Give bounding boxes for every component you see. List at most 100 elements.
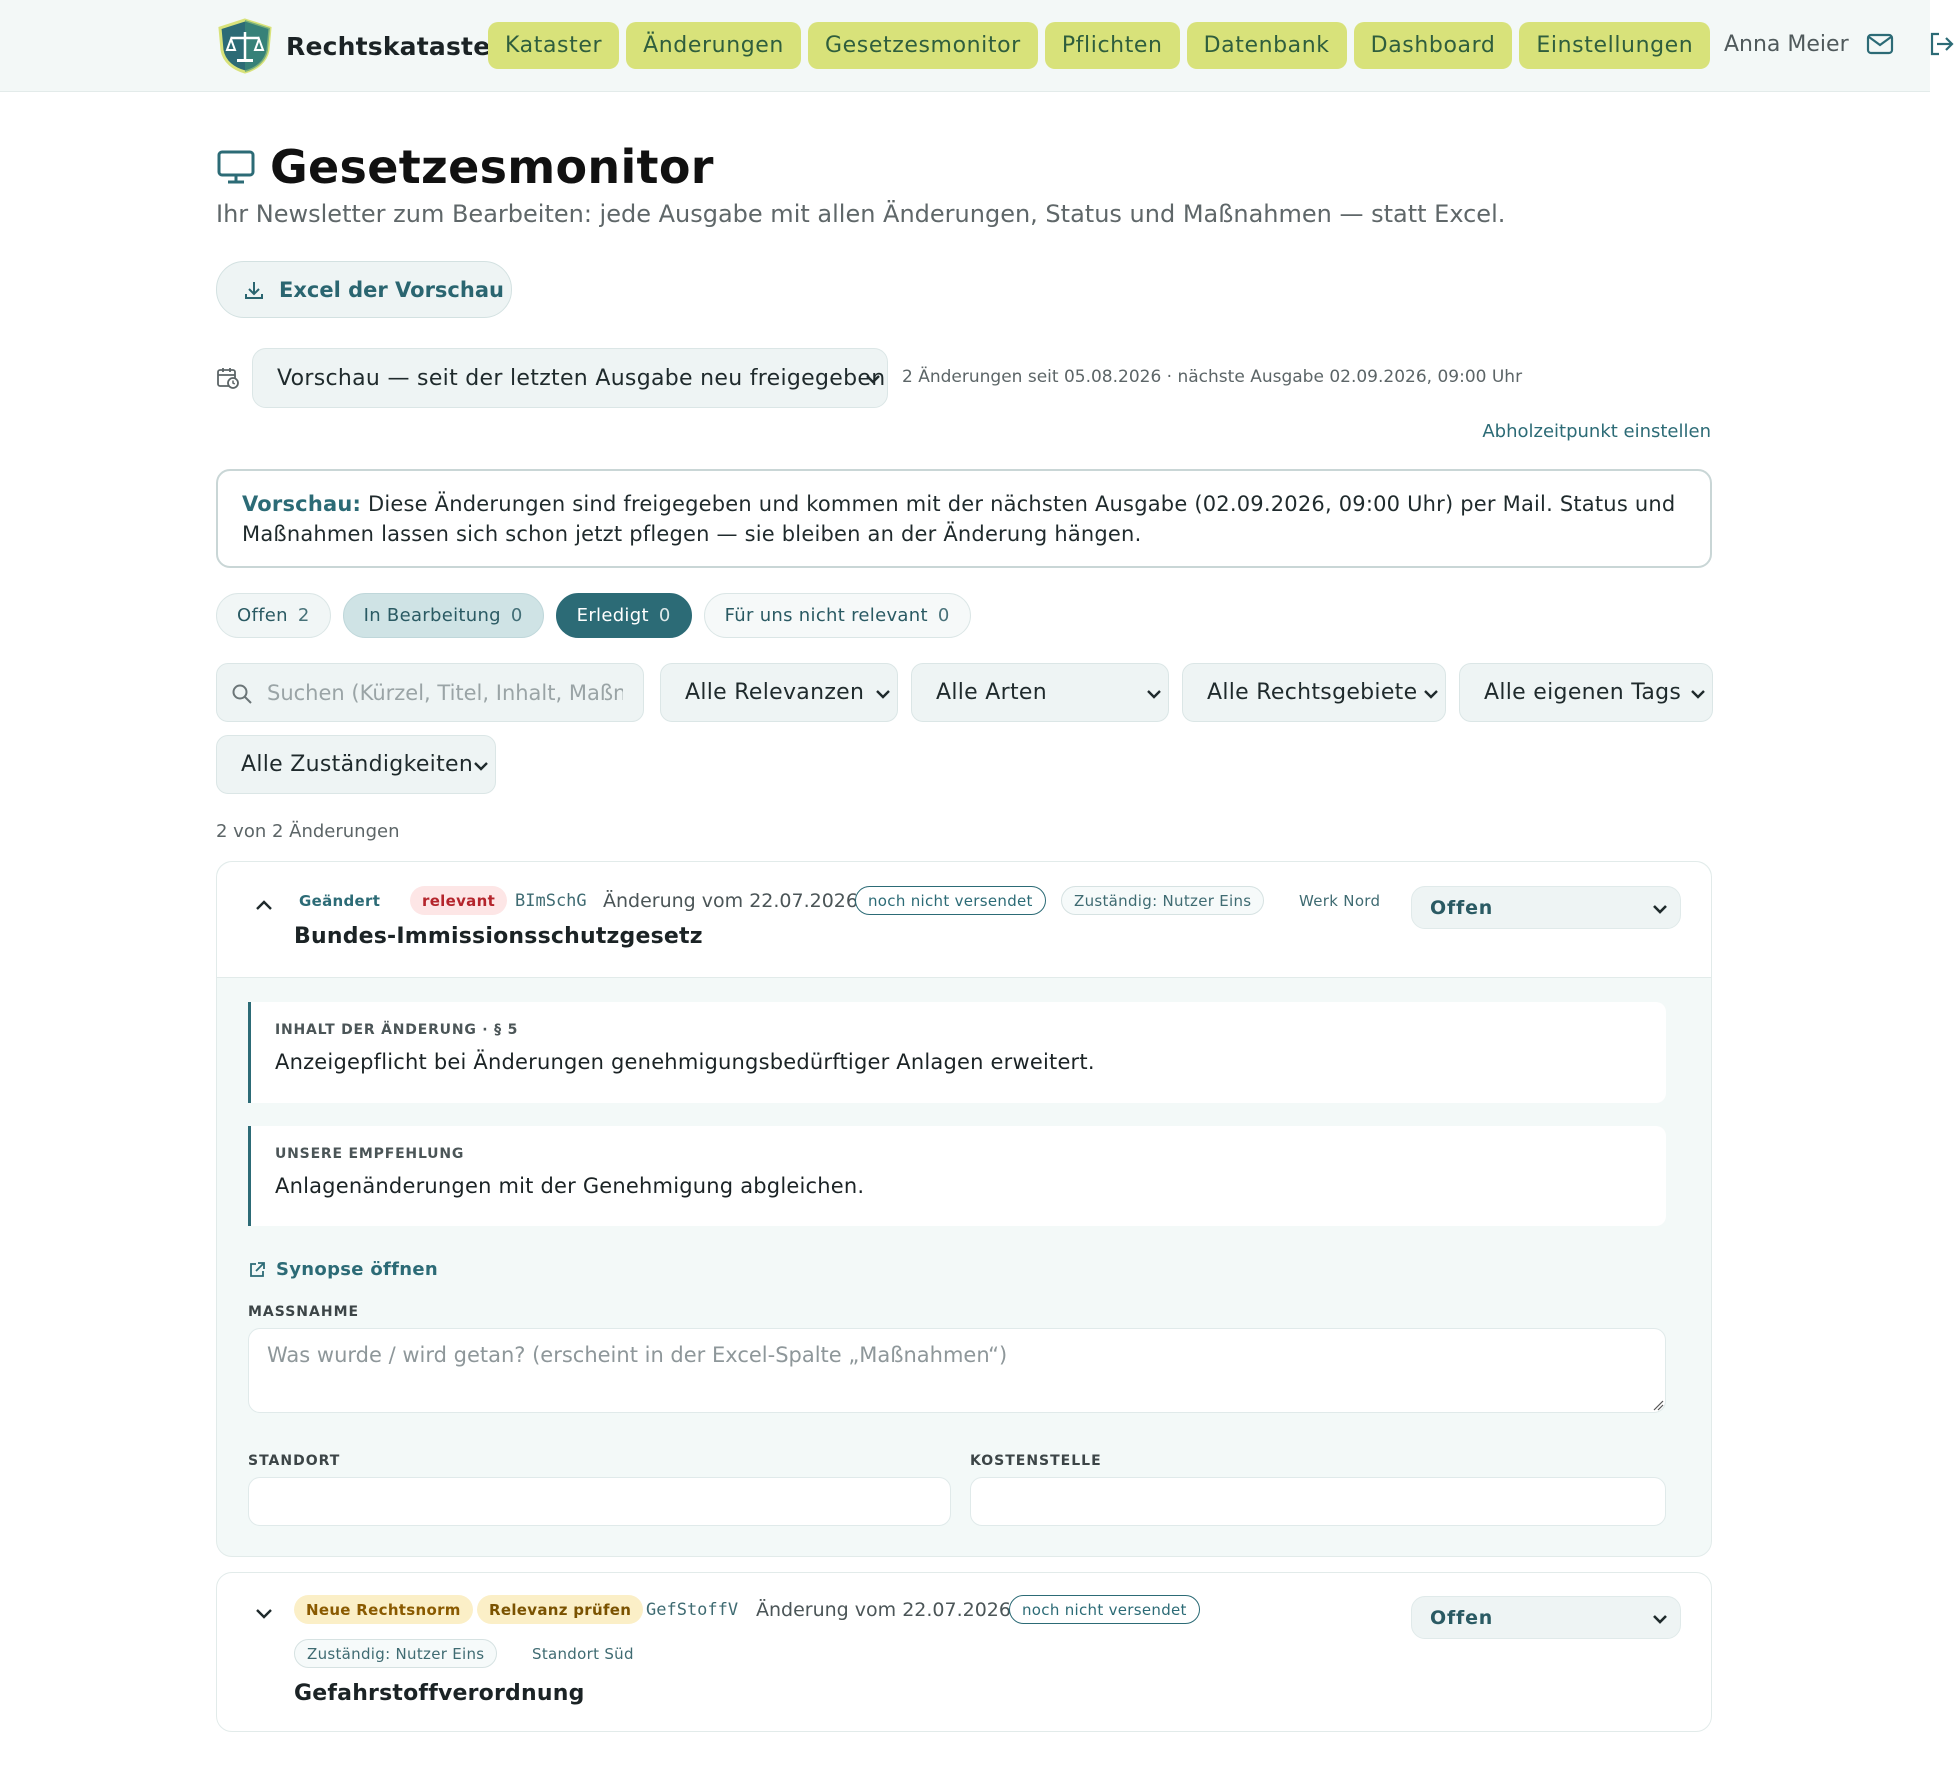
result-count: 2 von 2 Änderungen [216, 821, 400, 842]
tab-count: 0 [658, 605, 671, 626]
filter-value: Alle Rechtsgebiete [1207, 680, 1418, 705]
filter-responsibility-select[interactable]: Alle Zuständigkeiten [216, 735, 496, 794]
filter-tags-select[interactable]: Alle eigenen Tags [1459, 663, 1713, 722]
synopse-link[interactable]: Synopse öffnen [248, 1259, 438, 1280]
tab-in-bearbeitung[interactable]: In Bearbeitung 0 [342, 593, 544, 638]
content-label: INHALT DER ÄNDERUNG · § 5 [275, 1022, 519, 1038]
filter-value: Alle Relevanzen [685, 680, 865, 705]
recommendation-box: UNSERE EMPFEHLUNG Anlagenänderungen mit … [248, 1126, 1666, 1226]
tab-erledigt[interactable]: Erledigt 0 [555, 593, 692, 638]
type-badge: Geändert [299, 891, 381, 910]
synopse-label: Synopse öffnen [276, 1259, 439, 1280]
nav-kataster[interactable]: Kataster [488, 22, 620, 69]
nav-datenbank[interactable]: Datenbank [1186, 22, 1347, 69]
tab-label: In Bearbeitung [363, 605, 501, 626]
change-status-select[interactable]: Offen [1411, 886, 1681, 929]
excel-export-button[interactable]: Excel der Vorschau [216, 261, 512, 318]
site-badge: Werk Nord [1299, 891, 1381, 910]
logout-icon[interactable] [1928, 30, 1954, 58]
tab-count: 0 [510, 605, 523, 626]
tab-label: Erledigt [576, 605, 649, 626]
recommendation-text: Anlagenänderungen mit der Genehmigung ab… [275, 1174, 865, 1198]
tab-count: 0 [937, 605, 950, 626]
filter-value: Alle eigenen Tags [1484, 680, 1682, 705]
law-title: Bundes-Immissionsschutzgesetz [294, 924, 703, 949]
chevron-down-icon [1147, 690, 1161, 699]
search-icon [232, 684, 252, 704]
tab-nicht-relevant[interactable]: Für uns nicht relevant 0 [703, 593, 971, 638]
filter-relevance-select[interactable]: Alle Relevanzen [660, 663, 898, 722]
chevron-down-icon [876, 690, 890, 699]
chevron-down-icon [474, 762, 488, 771]
relevance-badge: relevant [410, 886, 508, 915]
measure-label: MASSNAHME [248, 1304, 360, 1320]
nav-pflichten[interactable]: Pflichten [1044, 22, 1180, 69]
info-lead: Vorschau: [242, 492, 362, 516]
tab-offen[interactable]: Offen 2 [216, 593, 331, 638]
responsible-badge: Zuständig: Nutzer Eins [294, 1639, 498, 1668]
nav-einstellungen[interactable]: Einstellungen [1519, 22, 1711, 69]
tab-label: Offen [237, 605, 288, 626]
responsible-badge: Zuständig: Nutzer Eins [1061, 886, 1265, 915]
download-icon [245, 281, 263, 299]
change-date: Änderung vom 22.07.2026 [756, 1599, 1011, 1621]
info-text: Diese Änderungen sind freigegeben und ko… [242, 492, 1676, 546]
scales-shield-logo-icon [218, 18, 272, 74]
change-card-header[interactable]: Geändert relevant BImSchG Änderung vom 2… [217, 862, 1711, 978]
pickup-time-link[interactable]: Abholzeitpunkt einstellen [1482, 421, 1711, 442]
change-card[interactable]: Neue Rechtsnorm Relevanz prüfen GefStoff… [216, 1572, 1712, 1732]
law-title: Gefahrstoffverordnung [294, 1681, 585, 1706]
chevron-up-icon[interactable] [253, 898, 275, 912]
tab-label: Für uns nicht relevant [724, 605, 928, 626]
monitor-icon [217, 150, 255, 184]
search-box [216, 663, 644, 722]
brand-name: Rechtskataster [286, 31, 503, 61]
main-nav: Kataster Änderungen Gesetzesmonitor Pfli… [488, 22, 1711, 69]
change-status-select[interactable]: Offen [1411, 1596, 1681, 1639]
external-link-icon [250, 1261, 265, 1277]
chevron-down-icon [866, 375, 880, 384]
location-input[interactable] [248, 1477, 951, 1526]
measure-input[interactable] [248, 1328, 1666, 1413]
chevron-down-icon [1424, 690, 1438, 699]
mail-icon[interactable] [1866, 31, 1894, 57]
issue-select[interactable]: Vorschau — seit der letzten Ausgabe neu … [252, 348, 888, 408]
preview-info-box: Vorschau: Diese Änderungen sind freigege… [216, 469, 1712, 568]
nav-gesetzesmonitor[interactable]: Gesetzesmonitor [807, 22, 1038, 69]
sent-status-badge: noch nicht versendet [1009, 1595, 1200, 1624]
content-text: Anzeigepflicht bei Änderungen genehmigun… [275, 1050, 1095, 1074]
search-input[interactable] [265, 674, 625, 712]
brand[interactable]: Rechtskataster [216, 18, 503, 74]
nav-dashboard[interactable]: Dashboard [1353, 22, 1513, 69]
page-subtitle: Ihr Newsletter zum Bearbeiten: jede Ausg… [216, 200, 1506, 228]
recommendation-label: UNSERE EMPFEHLUNG [275, 1146, 465, 1162]
filter-type-select[interactable]: Alle Arten [911, 663, 1169, 722]
filter-value: Alle Arten [936, 680, 1048, 705]
tab-count: 2 [297, 605, 310, 626]
change-date: Änderung vom 22.07.2026 [603, 890, 858, 912]
change-content-box: INHALT DER ÄNDERUNG · § 5 Anzeigepflicht… [248, 1002, 1666, 1103]
cost-center-input[interactable] [970, 1477, 1666, 1526]
location-label: STANDORT [248, 1453, 341, 1469]
chevron-down-icon [1653, 1615, 1667, 1624]
relevance-badge: Relevanz prüfen [477, 1595, 644, 1624]
law-abbreviation: GefStoffV [646, 1600, 739, 1620]
cost-center-label: KOSTENSTELLE [970, 1453, 1102, 1469]
issue-select-value: Vorschau — seit der letzten Ausgabe neu … [277, 365, 886, 391]
status-tabs: Offen 2 In Bearbeitung 0 Erledigt 0 Für … [216, 593, 971, 638]
issue-meta: 2 Änderungen seit 05.08.2026 · nächste A… [902, 367, 1523, 387]
status-value: Offen [1430, 1606, 1494, 1629]
chevron-down-icon [1691, 690, 1705, 699]
user-name[interactable]: Anna Meier [1724, 32, 1849, 57]
change-card: Geändert relevant BImSchG Änderung vom 2… [216, 861, 1712, 1557]
page-title-row: Gesetzesmonitor [216, 140, 714, 194]
filter-value: Alle Zuständigkeiten [241, 752, 474, 777]
chevron-down-icon[interactable] [253, 1607, 275, 1621]
filter-legal-area-select[interactable]: Alle Rechtsgebiete [1182, 663, 1446, 722]
type-badge: Neue Rechtsnorm [294, 1595, 473, 1624]
top-navigation-bar: Rechtskataster Kataster Änderungen Geset… [0, 0, 1954, 92]
page-title: Gesetzesmonitor [270, 140, 714, 194]
resize-grip-icon[interactable] [1652, 1399, 1664, 1411]
nav-aenderungen[interactable]: Änderungen [626, 22, 801, 69]
status-value: Offen [1430, 896, 1494, 919]
